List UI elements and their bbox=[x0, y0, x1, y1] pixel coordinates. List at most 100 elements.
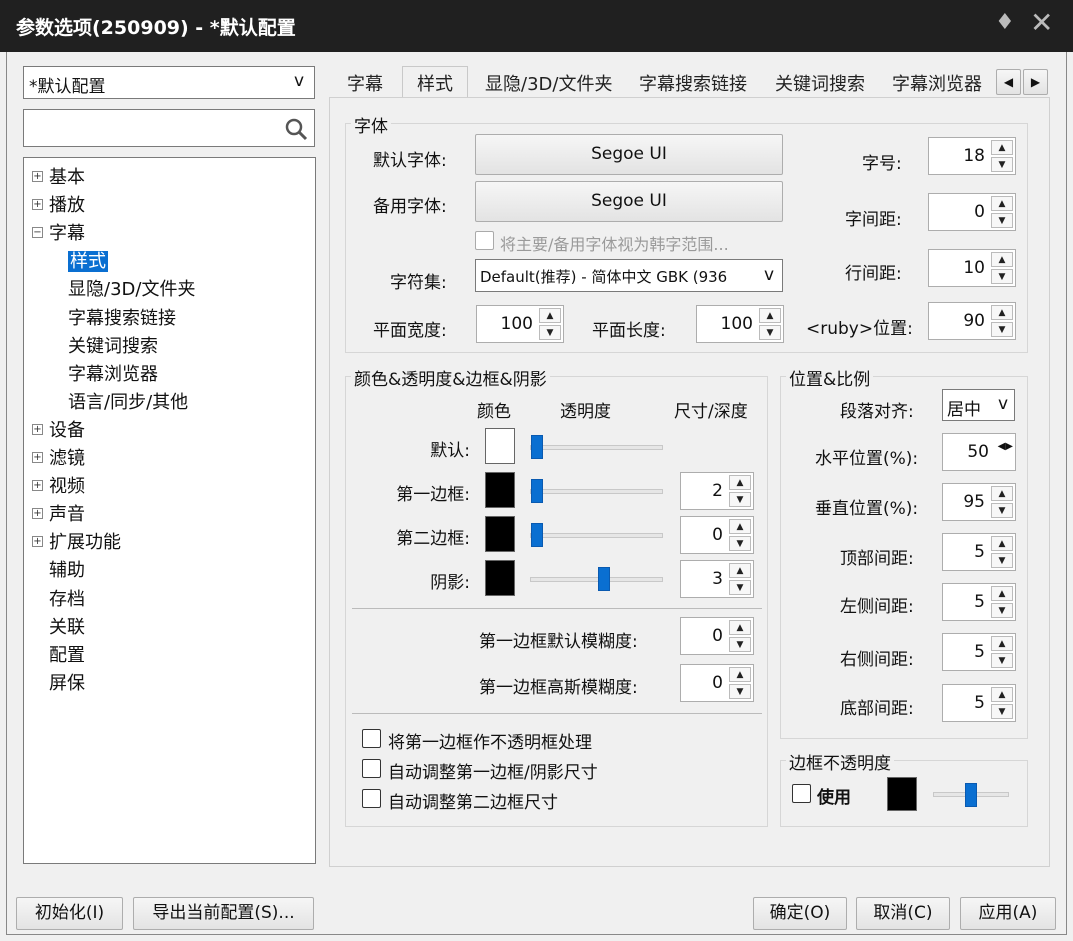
tab[interactable]: 关键词搜索 bbox=[775, 70, 865, 96]
tree-item[interactable]: 屏保 bbox=[49, 669, 85, 695]
color-swatch[interactable] bbox=[485, 428, 515, 464]
border-opacity-slider-thumb[interactable] bbox=[965, 783, 977, 807]
border-opacity-color-swatch[interactable] bbox=[887, 777, 917, 811]
tab[interactable]: 样式 bbox=[402, 66, 468, 99]
pin-icon[interactable]: ♦ bbox=[995, 10, 1015, 35]
plane-width-spinner[interactable]: 100 ▲ ▼ bbox=[476, 305, 564, 343]
init-button[interactable]: 初始化(I) bbox=[16, 897, 123, 930]
spin-up-icon[interactable]: ▲ bbox=[991, 687, 1013, 702]
tree-item[interactable]: 语言/同步/其他 bbox=[68, 388, 188, 414]
spin-down-icon[interactable]: ▼ bbox=[991, 704, 1013, 719]
spin-down-icon[interactable]: ▼ bbox=[991, 269, 1013, 284]
spin-down-icon[interactable]: ▼ bbox=[539, 325, 561, 340]
expand-icon[interactable]: + bbox=[32, 536, 43, 548]
gauss-spinner[interactable]: 0 ▲ ▼ bbox=[680, 664, 754, 702]
profile-select[interactable]: *默认配置 v bbox=[23, 66, 315, 99]
spin-horizontal-icon[interactable]: ◀▶ bbox=[998, 441, 1013, 452]
expand-icon[interactable]: + bbox=[32, 508, 43, 520]
color-swatch[interactable] bbox=[485, 560, 515, 596]
tab[interactable]: 显隐/3D/文件夹 bbox=[485, 70, 612, 96]
cancel-button[interactable]: 取消(C) bbox=[856, 897, 950, 930]
size-spinner[interactable]: 18 ▲ ▼ bbox=[928, 137, 1016, 175]
auto-border2-checkbox[interactable] bbox=[362, 789, 381, 808]
spin-up-icon[interactable]: ▲ bbox=[991, 636, 1013, 651]
spin-up-icon[interactable]: ▲ bbox=[991, 536, 1013, 551]
auto-border1-checkbox[interactable] bbox=[362, 759, 381, 778]
spin-up-icon[interactable]: ▲ bbox=[729, 620, 751, 635]
tree-item[interactable]: 扩展功能 bbox=[49, 528, 121, 554]
expand-icon[interactable]: + bbox=[32, 452, 43, 463]
tab-scroll-left[interactable]: ◀ bbox=[996, 69, 1021, 95]
spacing-spinner[interactable]: 0 ▲ ▼ bbox=[928, 193, 1016, 231]
tree-item[interactable]: 视频 bbox=[49, 472, 85, 498]
default-font-button[interactable]: Segoe UI bbox=[475, 134, 783, 175]
spin-down-icon[interactable]: ▼ bbox=[991, 603, 1013, 618]
tree-item[interactable]: 关键词搜索 bbox=[68, 332, 158, 358]
expand-icon[interactable]: + bbox=[32, 199, 43, 211]
spin-down-icon[interactable]: ▼ bbox=[991, 653, 1013, 668]
align-select[interactable]: 居中 v bbox=[942, 389, 1015, 421]
spin-up-icon[interactable]: ▲ bbox=[991, 486, 1013, 501]
apply-button[interactable]: 应用(A) bbox=[960, 897, 1056, 930]
search-icon[interactable] bbox=[284, 117, 308, 141]
tab[interactable]: 字幕 bbox=[347, 70, 383, 96]
spin-up-icon[interactable]: ▲ bbox=[729, 667, 751, 682]
tree-item[interactable]: 滤镜 bbox=[49, 444, 85, 470]
tree-item[interactable]: 样式 bbox=[68, 247, 108, 273]
collapse-icon[interactable]: − bbox=[32, 227, 43, 239]
right-margin-spinner[interactable]: 5 ▲ ▼ bbox=[942, 633, 1016, 671]
search-input[interactable] bbox=[26, 112, 276, 144]
top-margin-spinner[interactable]: 5 ▲ ▼ bbox=[942, 533, 1016, 571]
left-margin-spinner[interactable]: 5 ▲ ▼ bbox=[942, 583, 1016, 621]
expand-icon[interactable]: + bbox=[32, 171, 43, 182]
backup-font-button[interactable]: Segoe UI bbox=[475, 181, 783, 222]
charset-select[interactable]: Default(推荐) - 简体中文 GBK (936 v bbox=[475, 259, 783, 292]
spin-down-icon[interactable]: ▼ bbox=[729, 492, 751, 507]
spin-down-icon[interactable]: ▼ bbox=[991, 157, 1013, 172]
spin-down-icon[interactable]: ▼ bbox=[759, 325, 781, 340]
spin-down-icon[interactable]: ▼ bbox=[991, 553, 1013, 568]
ruby-spinner[interactable]: 90 ▲ ▼ bbox=[928, 302, 1016, 340]
spin-down-icon[interactable]: ▼ bbox=[991, 503, 1013, 518]
v-pos-spinner[interactable]: 95 ▲ ▼ bbox=[942, 483, 1016, 521]
spin-down-icon[interactable]: ▼ bbox=[729, 536, 751, 551]
spin-up-icon[interactable]: ▲ bbox=[991, 586, 1013, 601]
spin-down-icon[interactable]: ▼ bbox=[729, 580, 751, 595]
opacity-slider-track[interactable] bbox=[530, 489, 663, 494]
tree-item[interactable]: 声音 bbox=[49, 500, 85, 526]
plane-length-spinner[interactable]: 100 ▲ ▼ bbox=[696, 305, 784, 343]
spin-up-icon[interactable]: ▲ bbox=[991, 140, 1013, 155]
export-button[interactable]: 导出当前配置(S)... bbox=[133, 897, 314, 930]
opacity-slider-track[interactable] bbox=[530, 445, 663, 450]
opacity-slider-track[interactable] bbox=[530, 533, 663, 538]
spin-down-icon[interactable]: ▼ bbox=[991, 322, 1013, 337]
ok-button[interactable]: 确定(O) bbox=[753, 897, 847, 930]
tree-item[interactable]: 设备 bbox=[49, 416, 85, 442]
opacity-slider-thumb[interactable] bbox=[531, 523, 543, 547]
spin-up-icon[interactable]: ▲ bbox=[729, 475, 751, 490]
expand-icon[interactable]: + bbox=[32, 423, 43, 435]
close-icon[interactable]: ✕ bbox=[1030, 6, 1053, 39]
tree-item[interactable]: 显隐/3D/文件夹 bbox=[68, 275, 195, 301]
tree-item[interactable]: 基本 bbox=[49, 163, 85, 189]
expand-icon[interactable]: + bbox=[32, 480, 43, 492]
spin-down-icon[interactable]: ▼ bbox=[991, 213, 1013, 228]
h-pos-spinner[interactable]: 50 ◀▶ bbox=[942, 433, 1016, 471]
settings-tree[interactable]: 基本 + 播放 + 字幕 − 样式 显隐/3D/文件夹 字幕搜索链接 关键词搜索 字幕浏览器 语言/同… bbox=[23, 157, 316, 864]
spin-up-icon[interactable]: ▲ bbox=[991, 252, 1013, 267]
spin-down-icon[interactable]: ▼ bbox=[729, 637, 751, 652]
hangul-checkbox[interactable] bbox=[475, 231, 494, 250]
tree-item[interactable]: 字幕搜索链接 bbox=[68, 304, 176, 330]
tree-item[interactable]: 关联 bbox=[49, 613, 85, 639]
tab[interactable]: 字幕浏览器 bbox=[892, 70, 982, 96]
size-spinner[interactable]: 0 ▲ ▼ bbox=[680, 516, 754, 554]
spin-up-icon[interactable]: ▲ bbox=[991, 305, 1013, 320]
opacity-slider-thumb[interactable] bbox=[597, 567, 610, 591]
tree-item[interactable]: 字幕浏览器 bbox=[68, 360, 158, 386]
line-spacing-spinner[interactable]: 10 ▲ ▼ bbox=[928, 249, 1016, 287]
tree-item[interactable]: 辅助 bbox=[49, 556, 85, 582]
size-spinner[interactable]: 2 ▲ ▼ bbox=[680, 472, 754, 510]
color-swatch[interactable] bbox=[485, 472, 515, 508]
size-spinner[interactable]: 3 ▲ ▼ bbox=[680, 560, 754, 598]
opacity-slider-thumb[interactable] bbox=[531, 479, 543, 503]
